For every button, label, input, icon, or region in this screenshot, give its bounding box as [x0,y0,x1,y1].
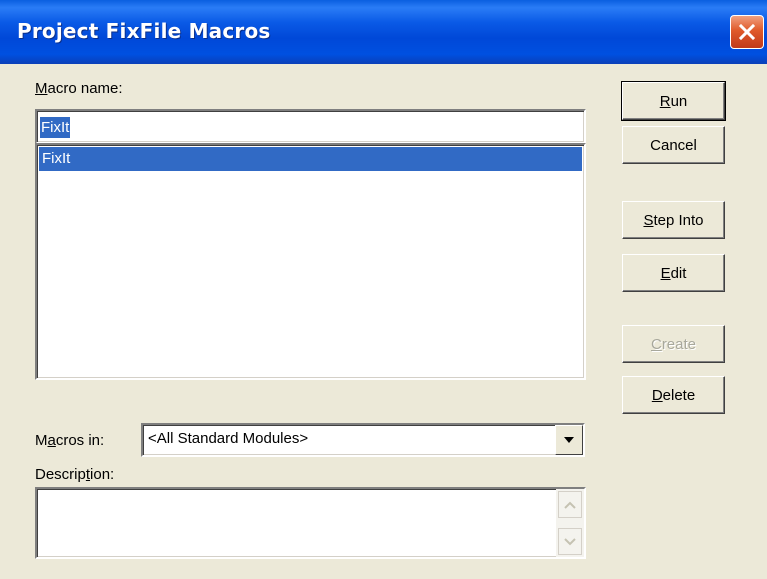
description-field[interactable] [35,487,586,559]
window-title: Project FixFile Macros [17,19,271,43]
chevron-down-icon [564,437,574,443]
edit-button[interactable]: Edit [622,254,725,292]
description-scrollbar[interactable] [556,489,584,557]
scroll-up-button[interactable] [558,491,582,518]
macros-in-value: <All Standard Modules> [148,430,309,447]
dropdown-button[interactable] [555,425,583,455]
delete-button[interactable]: Delete [622,376,725,414]
macro-name-input[interactable]: FixIt [35,109,586,144]
scroll-down-button[interactable] [558,528,582,555]
macro-name-label: Macro name: [35,80,123,97]
close-button[interactable] [730,15,764,49]
macro-name-value: FixIt [40,117,71,138]
run-button[interactable]: Run [621,81,726,121]
arrow-up-icon [564,501,576,509]
create-button[interactable]: Create [622,325,725,363]
close-icon [738,23,756,41]
description-label: Description: [35,466,115,483]
title-bar[interactable]: Project FixFile Macros [0,0,767,64]
macros-in-select[interactable]: <All Standard Modules> [141,423,585,457]
step-into-button[interactable]: Step Into [622,201,725,239]
macro-list[interactable]: FixIt [35,143,586,380]
arrow-down-icon [564,537,576,545]
cancel-button[interactable]: Cancel [622,126,725,164]
macros-in-label: Macros in: [35,432,105,449]
list-item[interactable]: FixIt [39,147,582,171]
